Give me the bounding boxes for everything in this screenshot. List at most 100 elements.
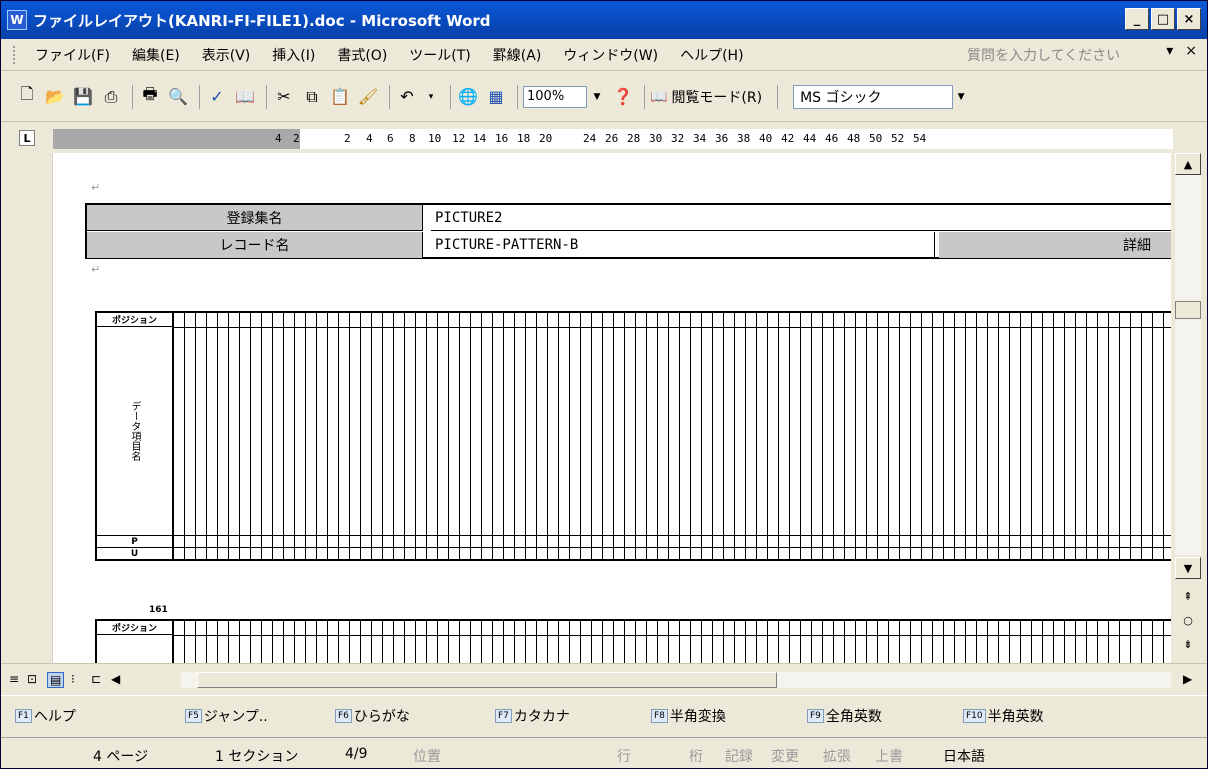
scroll-up-icon[interactable]: ▲: [1175, 153, 1201, 175]
detail-label: 詳細: [939, 232, 1171, 258]
menu-tools[interactable]: ツール(T): [398, 45, 481, 65]
print-preview-icon[interactable]: 🔍: [166, 85, 190, 109]
title-bar[interactable]: W ファイルレイアウト(KANRI-FI-FILE1).doc - Micros…: [1, 1, 1207, 39]
fkey-hiragana[interactable]: F6 ひらがな: [335, 706, 495, 726]
fkey-katakana[interactable]: F7 カタカナ: [495, 706, 651, 726]
print-icon[interactable]: 🖶: [138, 84, 162, 109]
page-margin: [5, 153, 53, 663]
paste-icon[interactable]: 📋: [328, 85, 352, 109]
record-name-value: PICTURE-PATTERN-B: [431, 232, 935, 258]
grid-marker: 161: [149, 605, 168, 615]
menu-table[interactable]: 罫線(A): [482, 45, 553, 65]
menu-insert[interactable]: 挿入(I): [261, 45, 326, 65]
zoom-select[interactable]: 100%: [523, 85, 587, 108]
status-extend[interactable]: 拡張: [823, 746, 851, 766]
previous-page-icon[interactable]: ⇞: [1175, 585, 1201, 607]
menu-format[interactable]: 書式(O): [326, 45, 398, 65]
book-icon: 📖: [650, 88, 668, 105]
fkey-halfwidth-convert[interactable]: F8 半角変換: [651, 706, 807, 726]
reading-mode-label: 閲覧モード(R): [671, 89, 763, 106]
minimize-button[interactable]: _: [1125, 8, 1149, 30]
help-question-input[interactable]: 質問を入力してください: [963, 44, 1151, 66]
menu-file[interactable]: ファイル(F): [24, 45, 121, 65]
spelling-icon[interactable]: ✓: [205, 85, 229, 109]
undo-dropdown-icon[interactable]: ▾: [423, 86, 439, 108]
status-record[interactable]: 記録: [725, 746, 753, 766]
paragraph-mark: ↵: [91, 181, 101, 194]
reading-layout-icon[interactable]: ⊏: [91, 672, 101, 686]
status-line: 行: [617, 749, 631, 765]
undo-icon[interactable]: ↶: [395, 85, 419, 109]
reading-mode-button[interactable]: 📖 閲覧モード(R): [650, 87, 762, 107]
menu-view[interactable]: 表示(V): [191, 45, 262, 65]
next-page-icon[interactable]: ⇟: [1175, 633, 1201, 655]
document-area[interactable]: ↵ 登録集名 PICTURE2 レコード名 PICTURE-PATTERN-B …: [5, 153, 1171, 663]
status-page-count: 4/9: [345, 746, 368, 762]
help-dropdown-icon[interactable]: ▾: [1166, 43, 1173, 59]
select-browse-object-icon[interactable]: ○: [1175, 609, 1201, 631]
menu-help[interactable]: ヘルプ(H): [669, 45, 754, 65]
library-name-value: PICTURE2: [431, 205, 1171, 231]
status-position: 位置: [413, 749, 441, 765]
format-painter-icon[interactable]: 🖌: [356, 85, 380, 109]
status-page: 4 ページ: [93, 749, 149, 765]
scroll-thumb[interactable]: [1175, 301, 1201, 319]
menu-window[interactable]: ウィンドウ(W): [552, 45, 669, 65]
status-column: 桁: [689, 749, 703, 765]
horizontal-ruler[interactable]: 4 2 2 4 6 8 10 12 14 16 18 20 24 26 28 3…: [53, 129, 1173, 149]
word-window: W ファイルレイアウト(KANRI-FI-FILE1).doc - Micros…: [0, 0, 1208, 769]
fkey-help[interactable]: F1 ヘルプ: [15, 706, 185, 726]
paragraph-mark: ↵: [91, 263, 101, 276]
word-app-icon[interactable]: W: [7, 10, 27, 30]
vertical-scrollbar[interactable]: ▲ ▼ ⇞ ○ ⇟: [1171, 153, 1205, 663]
menu-edit[interactable]: 編集(E): [121, 45, 191, 65]
scroll-right-icon[interactable]: ▶: [1183, 672, 1192, 686]
position-label: ポジション: [97, 313, 173, 327]
tab-selector-button[interactable]: L: [19, 130, 35, 146]
function-key-bar: F1 ヘルプ F5 ジャンプ.. F6 ひらがな F7 カタカナ F8 半角変換 F9 全角…: [1, 695, 1207, 735]
record-header-table: 登録集名 PICTURE2 レコード名 PICTURE-PATTERN-B 詳細: [85, 203, 1171, 259]
position-columns-2: [173, 621, 1171, 663]
status-language: 日本語: [943, 749, 985, 765]
open-folder-icon[interactable]: 📂: [43, 85, 67, 109]
scroll-left-icon[interactable]: ◀: [111, 672, 120, 686]
position-label-2: ポジション: [97, 621, 173, 635]
copy-icon[interactable]: ⧉: [300, 85, 324, 109]
save-icon[interactable]: 💾: [71, 85, 95, 109]
print-layout-icon[interactable]: ▤: [47, 672, 65, 688]
close-document-button[interactable]: ×: [1185, 43, 1197, 59]
help-icon[interactable]: ❓: [611, 85, 635, 109]
permission-icon[interactable]: ⎙: [99, 85, 123, 109]
status-section: 1 セクション: [215, 749, 299, 765]
standard-toolbar: 🗋 📂 💾 ⎙ 🖶 🔍 ✓ 📖 ✂ ⧉ 📋 🖌 ↶ ▾ 🌐 ▦ 100% ▼ ❓…: [1, 72, 1207, 122]
u-row-label: U: [97, 547, 173, 559]
fkey-jump[interactable]: F5 ジャンプ..: [185, 706, 335, 726]
status-track-changes[interactable]: 変更: [771, 746, 799, 766]
new-document-icon[interactable]: 🗋: [15, 84, 39, 109]
maximize-button[interactable]: □: [1151, 8, 1175, 30]
cut-icon[interactable]: ✂: [272, 85, 296, 109]
record-name-label: レコード名: [87, 232, 423, 258]
zoom-dropdown-icon[interactable]: ▼: [589, 86, 605, 108]
hyperlink-icon[interactable]: 🌐: [456, 85, 480, 109]
menu-grip: [13, 45, 16, 64]
close-button[interactable]: ×: [1177, 8, 1201, 30]
horizontal-scroll-thumb[interactable]: [197, 672, 777, 688]
status-overtype[interactable]: 上書: [875, 746, 903, 766]
fkey-fullwidth-alnum[interactable]: F9 全角英数: [807, 706, 963, 726]
web-layout-icon[interactable]: ⊡: [27, 672, 37, 686]
position-columns: [173, 313, 1171, 559]
horizontal-scroll-row: ≡ ⊡ ▤ ⁝ ⊏ ◀ ▶: [1, 663, 1207, 693]
fkey-halfwidth-alnum[interactable]: F10 半角英数: [963, 706, 1119, 726]
normal-view-icon[interactable]: ≡: [9, 672, 19, 686]
font-name-select[interactable]: MS ゴシック: [793, 84, 954, 109]
data-item-label: データ項目名: [97, 327, 173, 535]
scroll-down-icon[interactable]: ▼: [1175, 557, 1201, 579]
position-grid: ポジション データ項目名 P U: [95, 311, 1171, 561]
position-grid-2: ポジション: [95, 619, 1171, 663]
tables-borders-icon[interactable]: ▦: [484, 85, 508, 109]
research-icon[interactable]: 📖: [233, 85, 257, 109]
window-title: ファイルレイアウト(KANRI-FI-FILE1).doc - Microsof…: [33, 11, 491, 30]
outline-view-icon[interactable]: ⁝: [71, 672, 75, 686]
font-dropdown-icon[interactable]: ▼: [953, 86, 969, 108]
